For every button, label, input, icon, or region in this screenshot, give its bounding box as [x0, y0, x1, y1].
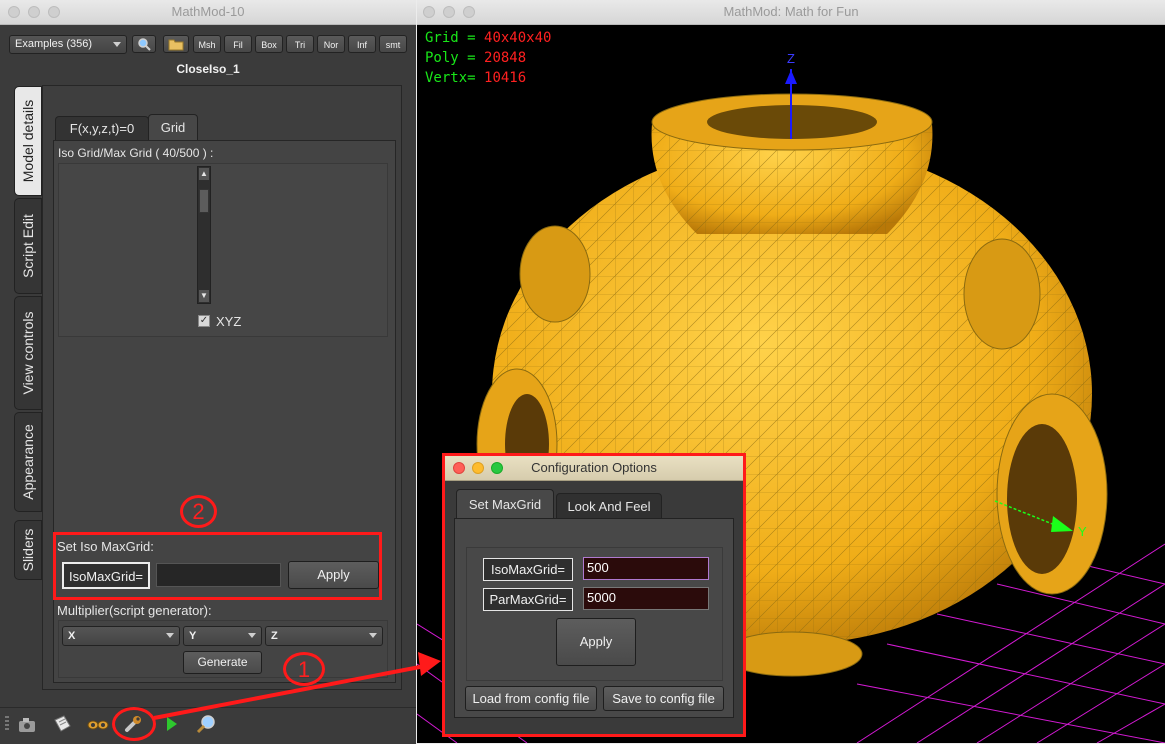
- scroll-up-icon[interactable]: ▲: [199, 168, 209, 180]
- hud-grid-key: Grid =: [425, 30, 485, 46]
- z-axis-label: Z: [787, 51, 795, 66]
- tab-set-maxgrid[interactable]: Set MaxGrid: [456, 489, 554, 520]
- tab-appearance[interactable]: Appearance: [14, 412, 42, 512]
- right-titlebar: MathMod: Math for Fun: [417, 0, 1165, 25]
- play-icon[interactable]: [165, 716, 179, 732]
- minimize-window-button[interactable]: [28, 6, 40, 18]
- zoom-window-button[interactable]: [463, 6, 475, 18]
- search-button[interactable]: [132, 35, 156, 53]
- multiplier-label: Multiplier(script generator):: [57, 603, 212, 618]
- minimize-window-button[interactable]: [443, 6, 455, 18]
- chevron-down-icon: [369, 633, 377, 638]
- toolbar-button-box[interactable]: Box: [255, 35, 283, 53]
- hud-vertx: Vertx= 10416: [425, 70, 526, 86]
- dialog-isomaxgrid-label: IsoMaxGrid=: [483, 558, 573, 581]
- toolbar-button-nor[interactable]: Nor: [317, 35, 345, 53]
- dialog-close-button[interactable]: [453, 462, 465, 474]
- goggles-icon[interactable]: [87, 716, 109, 732]
- hud-grid-value: 40x40x40: [484, 30, 552, 46]
- xyz-checkbox-label: XYZ: [216, 314, 242, 329]
- control-window: MathMod-10 Examples (356) Msh Fil Box Tr…: [0, 0, 416, 744]
- dialog-isomaxgrid-input[interactable]: 500: [583, 557, 709, 580]
- close-window-button[interactable]: [8, 6, 20, 18]
- hud-poly: Poly = 20848: [425, 50, 526, 66]
- toolbar-button-smt[interactable]: smt: [379, 35, 407, 53]
- scroll-thumb[interactable]: [199, 189, 209, 213]
- document-icon[interactable]: [52, 714, 72, 734]
- toolbar-button-inf[interactable]: Inf: [348, 35, 376, 53]
- toolbar-button-tri[interactable]: Tri: [286, 35, 314, 53]
- dialog-parmaxgrid-input[interactable]: 5000: [583, 587, 709, 610]
- open-file-button[interactable]: [163, 35, 189, 53]
- tab-sliders-label: Sliders: [20, 528, 36, 572]
- tab-fxyzt[interactable]: F(x,y,z,t)=0: [55, 116, 149, 141]
- chevron-down-icon: [248, 633, 256, 638]
- y-axis-label: Y: [1078, 524, 1087, 539]
- z-axis-arrow-icon: [785, 70, 797, 84]
- grip-icon[interactable]: [5, 716, 9, 732]
- close-window-button[interactable]: [423, 6, 435, 18]
- folder-icon: [168, 39, 184, 51]
- window-title: MathMod-10: [171, 4, 245, 19]
- tab-grid[interactable]: Grid: [148, 114, 198, 142]
- zoom-window-button[interactable]: [48, 6, 60, 18]
- dialog-apply-button[interactable]: Apply: [556, 618, 636, 666]
- tab-view-controls-label: View controls: [20, 311, 36, 395]
- configuration-dialog: Configuration Options Set MaxGrid Look A…: [442, 453, 746, 737]
- hud-grid: Grid = 40x40x40: [425, 30, 551, 46]
- dialog-zoom-button[interactable]: [491, 462, 503, 474]
- tab-model-details[interactable]: Model details: [14, 86, 42, 196]
- multiplier-y-combo[interactable]: Y: [183, 626, 262, 646]
- multiplier-z-value: Z: [271, 630, 278, 642]
- dialog-parmaxgrid-label: ParMaxGrid=: [483, 588, 573, 611]
- tab-model-details-label: Model details: [20, 99, 36, 183]
- model-name: CloseIso_1: [176, 62, 240, 76]
- scroll-down-icon[interactable]: ▼: [199, 290, 209, 302]
- iso-grid-group: [58, 163, 388, 337]
- tab-script-edit[interactable]: Script Edit: [14, 198, 42, 294]
- multiplier-x-combo[interactable]: X: [62, 626, 180, 646]
- hud-vertx-value: 10416: [484, 70, 527, 86]
- camera-icon[interactable]: [17, 716, 37, 734]
- examples-combo[interactable]: Examples (356): [9, 35, 127, 54]
- multiplier-x-value: X: [68, 630, 76, 642]
- xyz-checkbox[interactable]: ✓: [198, 315, 210, 327]
- generate-button[interactable]: Generate: [183, 651, 262, 674]
- iso-grid-label: Iso Grid/Max Grid ( 40/500 ) :: [58, 146, 214, 160]
- toolbar-button-fil[interactable]: Fil: [224, 35, 252, 53]
- annotation-circle-wrench: [112, 707, 156, 741]
- hud-vertx-key: Vertx=: [425, 70, 485, 86]
- hud-poly-value: 20848: [484, 50, 527, 66]
- tab-look-and-feel[interactable]: Look And Feel: [556, 493, 662, 520]
- annotation-circle-1: 1: [283, 652, 325, 686]
- tab-script-edit-label: Script Edit: [20, 214, 36, 278]
- highlight-box-2: [53, 532, 382, 600]
- window-title: MathMod: Math for Fun: [723, 4, 859, 19]
- multiplier-y-value: Y: [189, 630, 197, 642]
- dialog-minimize-button[interactable]: [472, 462, 484, 474]
- chevron-down-icon: [166, 633, 174, 638]
- multiplier-z-combo[interactable]: Z: [265, 626, 383, 646]
- left-titlebar: MathMod-10: [0, 0, 416, 25]
- search-icon: [138, 38, 151, 51]
- tab-view-controls[interactable]: View controls: [14, 296, 42, 410]
- tab-sliders[interactable]: Sliders: [14, 520, 42, 580]
- grid-scrollbar[interactable]: ▲ ▼: [197, 166, 211, 304]
- examples-combo-value: Examples (356): [15, 38, 93, 50]
- tab-appearance-label: Appearance: [20, 424, 36, 500]
- toolbar-button-msh[interactable]: Msh: [193, 35, 221, 53]
- magnifier-icon[interactable]: [196, 714, 218, 734]
- annotation-circle-2: 2: [180, 495, 217, 528]
- save-config-button[interactable]: Save to config file: [603, 686, 724, 711]
- dialog-titlebar: Configuration Options: [445, 456, 743, 481]
- hud-poly-key: Poly =: [425, 50, 485, 66]
- load-config-button[interactable]: Load from config file: [465, 686, 597, 711]
- chevron-down-icon: [113, 41, 121, 47]
- dialog-title: Configuration Options: [531, 460, 657, 475]
